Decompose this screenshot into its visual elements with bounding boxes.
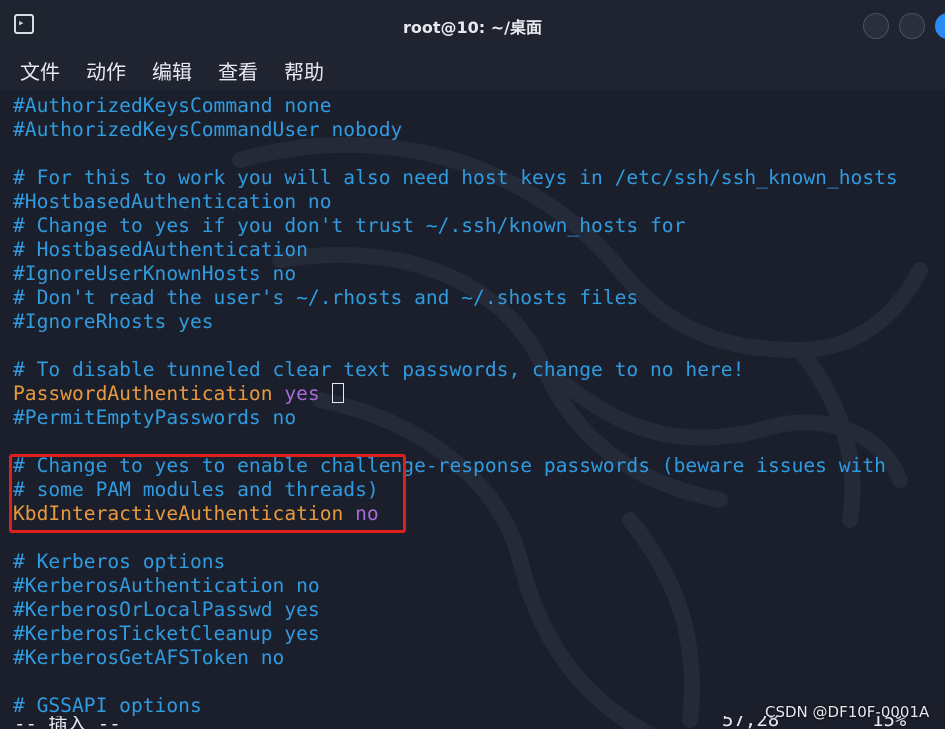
line-segment: #KerberosOrLocalPasswd yes [13, 598, 320, 621]
line-segment: #AuthorizedKeysCommandUser nobody [13, 118, 403, 141]
editor-line: # For this to work you will also need ho… [13, 166, 898, 190]
line-segment: #KerberosTicketCleanup yes [13, 622, 320, 645]
annotation-highlight-box [9, 454, 406, 533]
line-segment: #AuthorizedKeysCommand none [13, 94, 332, 117]
editor-line: # HostbasedAuthentication [13, 238, 898, 262]
editor-line: PasswordAuthentication yes [13, 382, 898, 406]
editor-line: #KerberosOrLocalPasswd yes [13, 598, 898, 622]
line-segment: #IgnoreRhosts yes [13, 310, 214, 333]
editor-line: #HostbasedAuthentication no [13, 190, 898, 214]
line-segment: # Change to yes if you don't trust ~/.ss… [13, 214, 686, 237]
line-segment: # For this to work you will also need ho… [13, 166, 898, 189]
terminal-area[interactable]: #AuthorizedKeysCommand none #AuthorizedKe… [0, 90, 945, 729]
editor-line: # To disable tunneled clear text passwor… [13, 358, 898, 382]
line-segment: #KerberosGetAFSToken no [13, 646, 285, 669]
line-segment: # Kerberos options [13, 550, 226, 573]
text-cursor [331, 383, 344, 403]
line-segment: # GSSAPI options [13, 694, 202, 717]
editor-line: #KerberosGetAFSToken no [13, 646, 898, 670]
line-segment: # HostbasedAuthentication [13, 238, 308, 261]
editor-line: # Kerberos options [13, 550, 898, 574]
editor-line: #AuthorizedKeysCommandUser nobody [13, 118, 898, 142]
line-segment: # To disable tunneled clear text passwor… [13, 358, 745, 381]
menu-action[interactable]: 动作 [86, 56, 126, 85]
line-segment [320, 382, 332, 405]
line-segment: #KerberosAuthentication no [13, 574, 320, 597]
menu-edit[interactable]: 编辑 [152, 56, 192, 85]
line-segment: #HostbasedAuthentication no [13, 190, 332, 213]
editor-line: #IgnoreRhosts yes [13, 310, 898, 334]
line-segment: # Don't read the user's ~/.rhosts and ~/… [13, 286, 639, 309]
menu-file[interactable]: 文件 [20, 56, 60, 85]
editor-line: #PermitEmptyPasswords no [13, 406, 898, 430]
menu-help[interactable]: 帮助 [284, 56, 324, 85]
line-segment: #PermitEmptyPasswords no [13, 406, 297, 429]
window-title: root@10: ~/桌面 [402, 18, 542, 37]
editor-line: #KerberosTicketCleanup yes [13, 622, 898, 646]
line-segment: PasswordAuthentication [13, 382, 273, 405]
title-bar: ▸ root@10: ~/桌面 [0, 0, 945, 50]
editor-line: #AuthorizedKeysCommand none [13, 94, 898, 118]
editor-line: #KerberosAuthentication no [13, 574, 898, 598]
editor-text: #AuthorizedKeysCommand none #AuthorizedKe… [13, 94, 898, 718]
mode-indicator: -- 插入 -- [14, 716, 121, 729]
menu-view[interactable]: 查看 [218, 56, 258, 85]
line-segment: yes [284, 382, 320, 405]
editor-line: #IgnoreUserKnownHosts no [13, 262, 898, 286]
line-segment: #IgnoreUserKnownHosts no [13, 262, 297, 285]
minimize-button[interactable] [863, 13, 889, 39]
editor-line: # Don't read the user's ~/.rhosts and ~/… [13, 286, 898, 310]
csdn-watermark: CSDN @DF10F-0001A [765, 703, 930, 721]
maximize-button[interactable] [899, 13, 925, 39]
menu-bar: 文件 动作 编辑 查看 帮助 [0, 50, 945, 90]
editor-line: # Change to yes if you don't trust ~/.ss… [13, 214, 898, 238]
line-segment [273, 382, 285, 405]
